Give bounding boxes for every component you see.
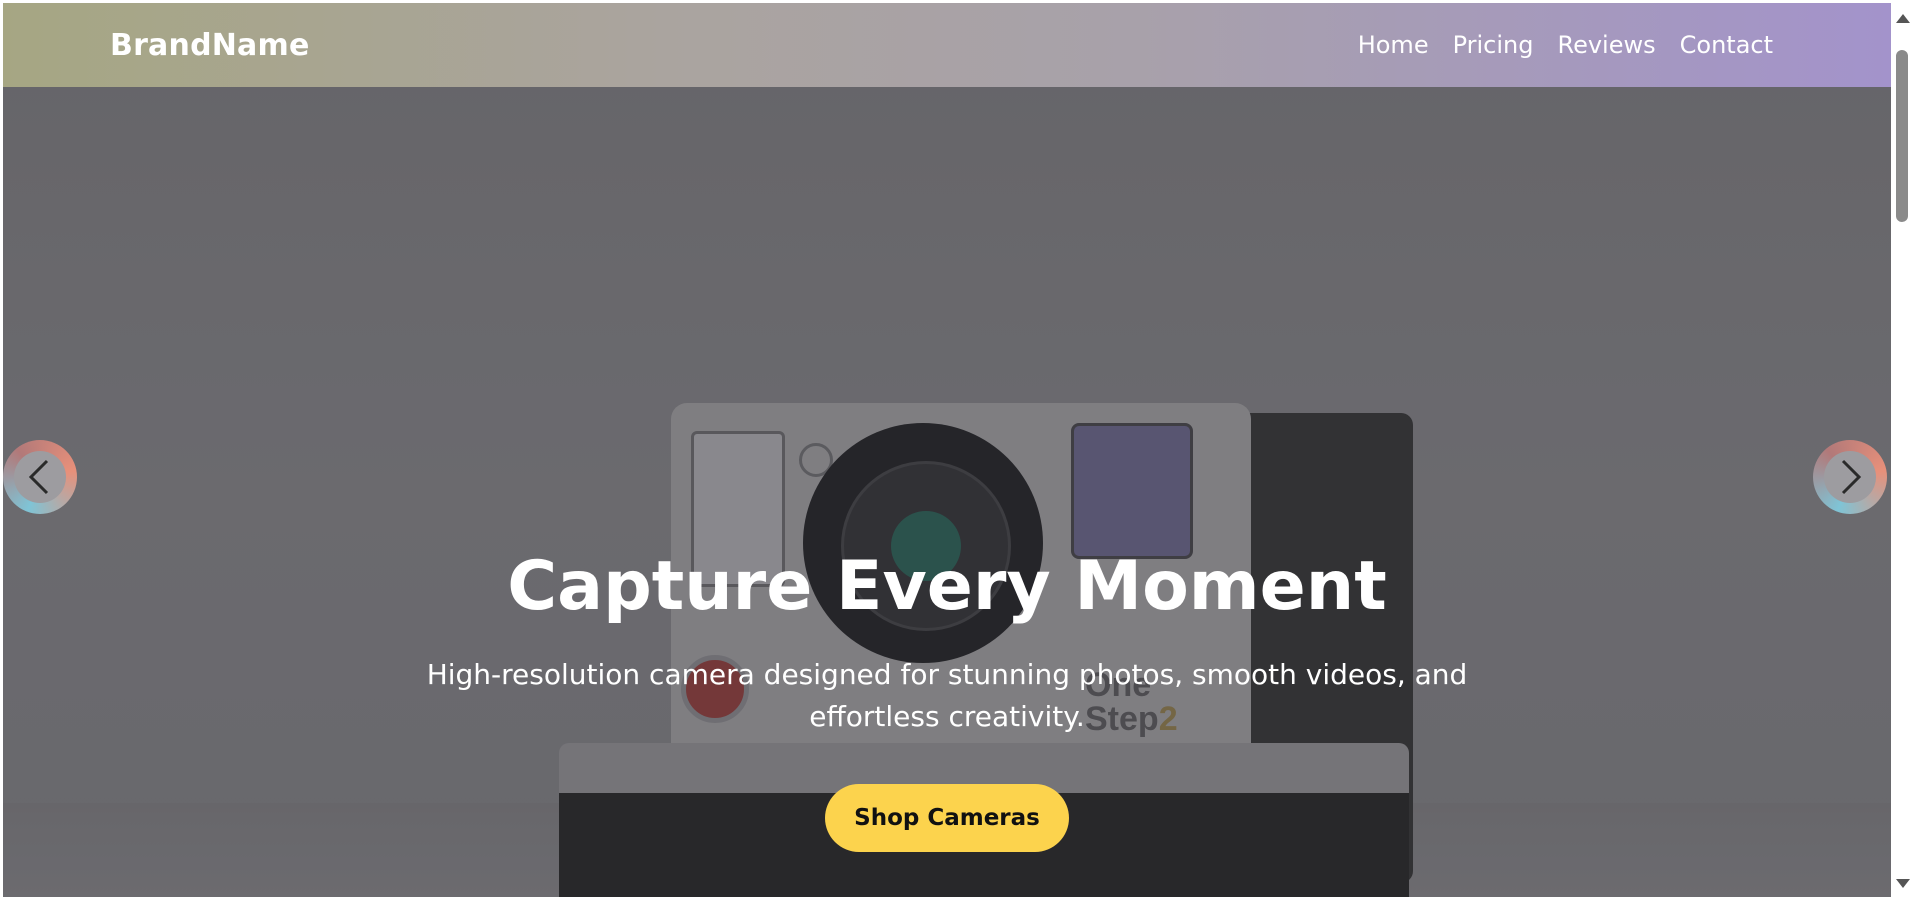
brand-logo[interactable]: BrandName	[110, 28, 310, 63]
carousel-next-button[interactable]	[1813, 440, 1887, 514]
nav-link-contact[interactable]: Contact	[1680, 31, 1773, 59]
top-navbar: BrandName Home Pricing Reviews Contact	[3, 3, 1891, 87]
hero-subtitle: High-resolution camera designed for stun…	[426, 658, 1468, 733]
carousel-prev-button[interactable]	[3, 440, 77, 514]
nav-link-reviews[interactable]: Reviews	[1557, 31, 1655, 59]
browser-viewport: One Step2 Capture Every Moment High-reso…	[3, 3, 1891, 897]
scroll-down-arrow-icon[interactable]	[1896, 879, 1910, 888]
hero-title: Capture Every Moment	[507, 547, 1387, 626]
carousel-next-inner	[1824, 451, 1876, 503]
page-scrollbar[interactable]	[1891, 3, 1914, 897]
scrollbar-thumb[interactable]	[1896, 50, 1908, 222]
nav-link-home[interactable]: Home	[1358, 31, 1429, 59]
chevron-left-icon	[28, 459, 49, 495]
hero-section: One Step2 Capture Every Moment High-reso…	[3, 3, 1891, 897]
carousel-prev-inner	[14, 451, 66, 503]
shop-cameras-button[interactable]: Shop Cameras	[825, 784, 1069, 852]
nav-link-pricing[interactable]: Pricing	[1453, 31, 1534, 59]
nav-links: Home Pricing Reviews Contact	[1358, 31, 1773, 59]
scroll-up-arrow-icon[interactable]	[1896, 14, 1910, 23]
hero-dark-overlay	[3, 3, 1891, 897]
chevron-right-icon	[1841, 459, 1862, 495]
